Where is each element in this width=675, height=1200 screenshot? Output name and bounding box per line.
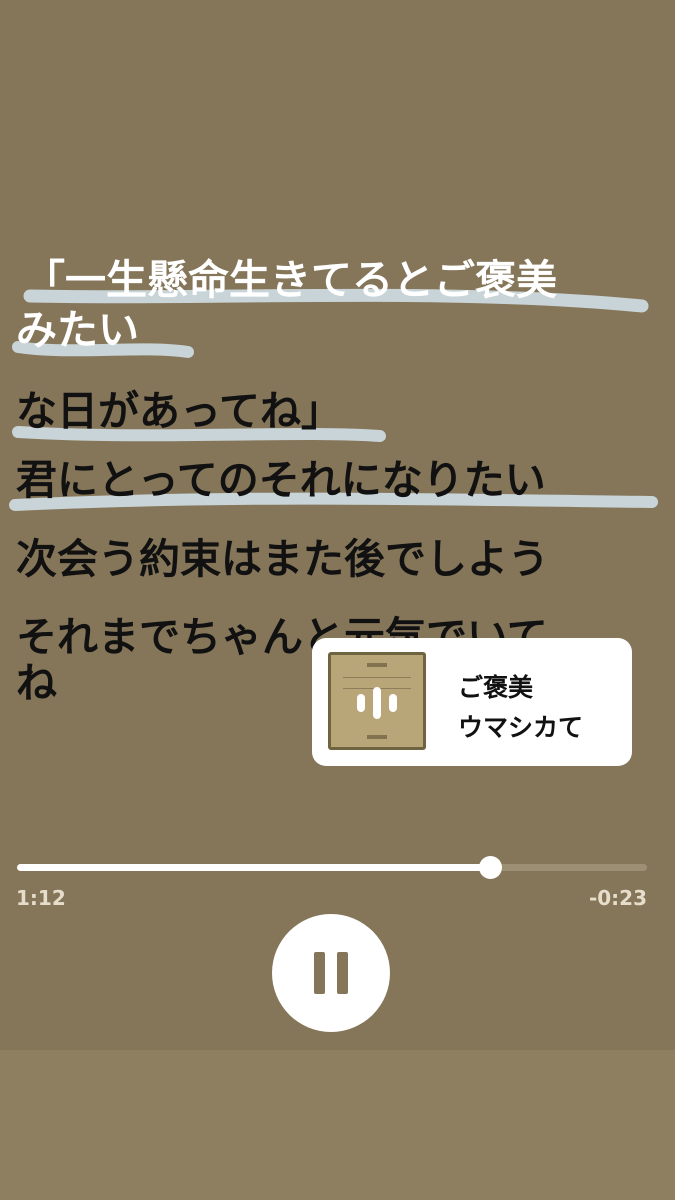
pause-button[interactable]: [272, 914, 390, 1032]
track-artist: ウマシカて: [458, 713, 584, 742]
lyric-line[interactable]: 君にとってのそれになりたい: [16, 460, 546, 501]
lyric-line[interactable]: 「一生懸命生きてるとご褒美: [24, 260, 557, 301]
elapsed-time: 1:12: [16, 886, 66, 910]
pause-icon: [314, 952, 348, 994]
lyric-line[interactable]: みたい: [16, 310, 139, 351]
artwork-title-mark: [367, 663, 387, 667]
lyric-line[interactable]: ね: [16, 663, 57, 704]
playback-progress-fill: [17, 864, 490, 871]
now-playing-card[interactable]: ご褒美 ウマシカて: [312, 638, 632, 766]
bottom-background: [0, 1050, 675, 1200]
lyrics-background: [0, 0, 675, 1050]
track-title: ご褒美: [458, 673, 534, 702]
scrubber-knob[interactable]: [478, 856, 502, 879]
lyric-line[interactable]: 次会う約束はまた後でしよう: [16, 539, 549, 580]
lyric-line[interactable]: な日があってね」: [16, 391, 342, 432]
remaining-time: -0:23: [588, 886, 647, 910]
album-artwork: [328, 652, 426, 750]
artwork-label-mark: [367, 735, 387, 739]
audio-waveform-icon: [357, 687, 397, 719]
playback-scrubber[interactable]: [17, 856, 647, 879]
